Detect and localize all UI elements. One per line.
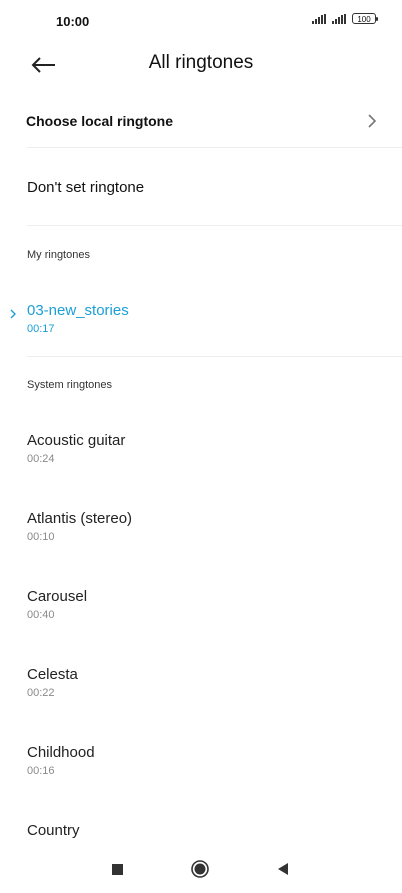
- ringtone-duration: 00:40: [27, 609, 55, 621]
- system-navigation-bar: [0, 843, 402, 893]
- divider: [27, 356, 402, 357]
- divider: [27, 225, 402, 226]
- ringtone-name: Country: [27, 822, 80, 839]
- choose-local-ringtone-label: Choose local ringtone: [26, 113, 174, 129]
- section-title-system-ringtones: System ringtones: [27, 379, 112, 391]
- ringtone-duration: 00:16: [27, 765, 55, 777]
- ringtone-duration: 00:24: [27, 453, 55, 465]
- ringtone-item[interactable]: Childhood 00:16: [0, 744, 402, 802]
- dont-set-ringtone-row[interactable]: Don't set ringtone: [0, 160, 402, 216]
- ringtone-name: Carousel: [27, 588, 88, 605]
- section-title-my-ringtones: My ringtones: [27, 249, 90, 261]
- ringtone-duration: 00:17: [27, 323, 55, 335]
- ringtone-name: Atlantis (stereo): [27, 510, 133, 527]
- ringtone-item[interactable]: Celesta 00:22: [0, 666, 402, 724]
- ringtone-item[interactable]: Carousel 00:40: [0, 588, 402, 646]
- battery-icon: 100: [352, 13, 378, 24]
- dont-set-ringtone-label: Don't set ringtone: [27, 179, 145, 196]
- ringtone-item[interactable]: Atlantis (stereo) 00:10: [0, 510, 402, 568]
- status-icons: 100: [312, 13, 378, 24]
- ringtone-item[interactable]: 03-new_stories 00:17: [0, 302, 402, 360]
- signal-icon: [312, 14, 326, 24]
- app-header: All ringtones: [0, 44, 402, 88]
- ringtone-duration: 00:22: [27, 687, 55, 699]
- ringtone-name: Acoustic guitar: [27, 432, 126, 449]
- ringtone-name: Celesta: [27, 666, 78, 683]
- ringtone-name: Childhood: [27, 744, 95, 761]
- ringtone-duration: 00:10: [27, 531, 55, 543]
- selected-indicator-icon: [10, 309, 16, 319]
- recent-apps-button[interactable]: [112, 864, 123, 875]
- page-title: All ringtones: [148, 52, 254, 73]
- ringtone-name: 03-new_stories: [27, 302, 129, 319]
- ringtone-item[interactable]: Acoustic guitar 00:24: [0, 432, 402, 490]
- home-button[interactable]: [191, 860, 209, 878]
- choose-local-ringtone-row[interactable]: Choose local ringtone: [0, 100, 402, 146]
- chevron-right-icon: [368, 114, 377, 128]
- status-time: 10:00: [56, 14, 90, 29]
- status-bar: 10:00 100: [0, 0, 402, 44]
- divider: [27, 147, 402, 148]
- signal-icon: [332, 14, 346, 24]
- nav-back-button[interactable]: [276, 862, 290, 876]
